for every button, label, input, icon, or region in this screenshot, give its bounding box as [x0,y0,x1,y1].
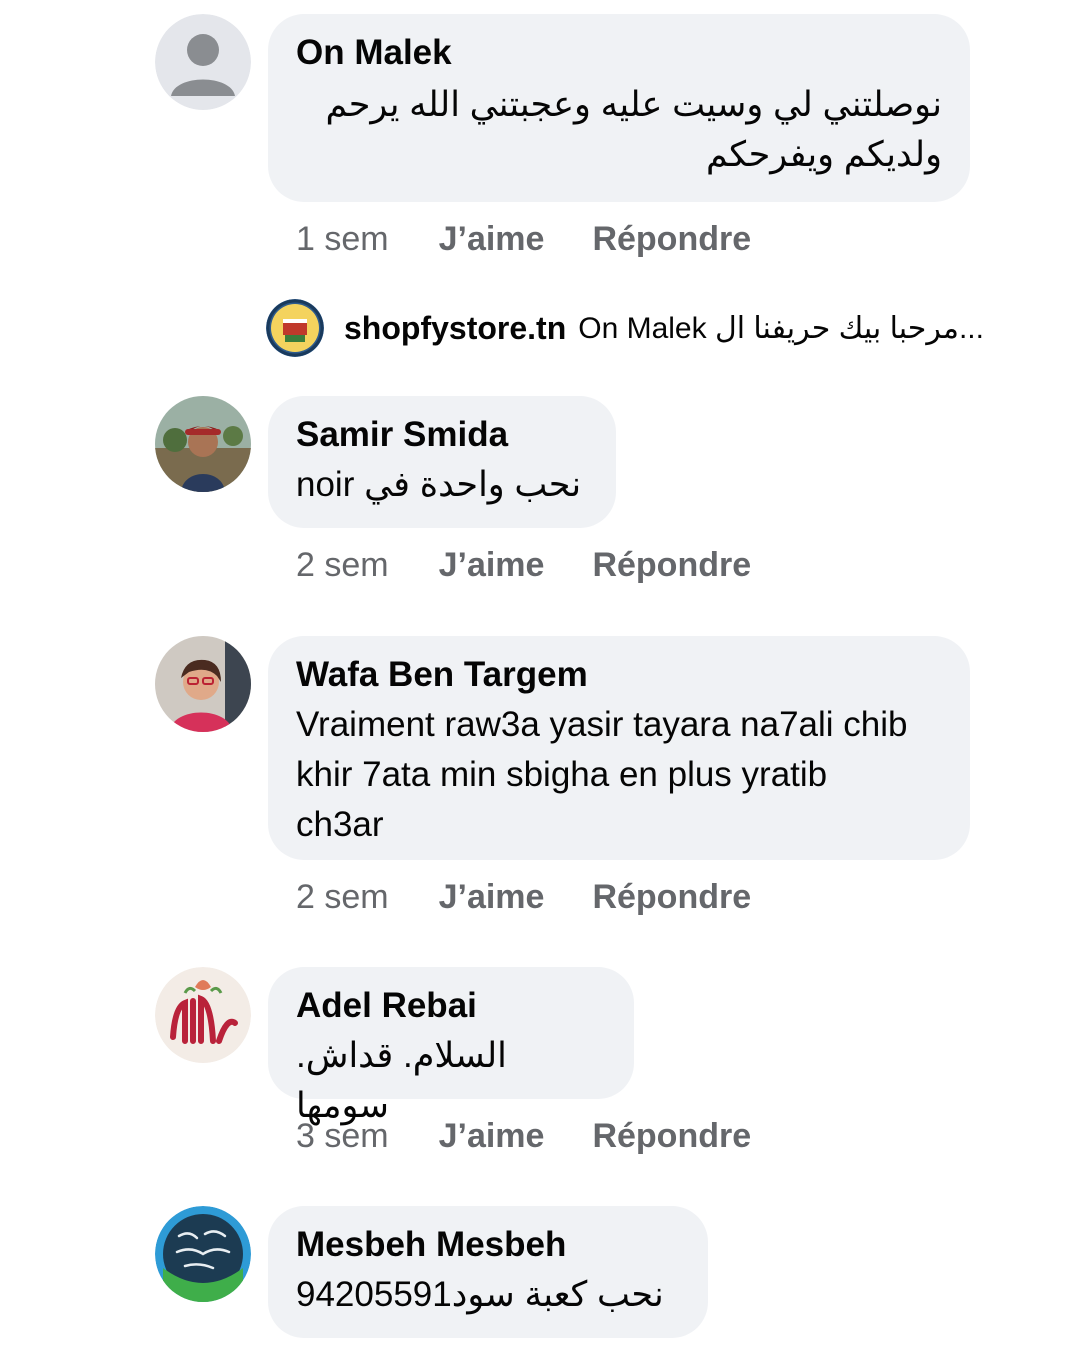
like-button[interactable]: J’aime [439,878,545,917]
default-profile-icon [155,14,251,110]
reply-preview-text: On Malek مرحبا بيك حريفنا ال... [578,311,984,345]
comment-bubble: Adel Rebai السلام. قداش. سومها [268,967,634,1125]
avatar-image[interactable] [155,967,251,1063]
reply-button[interactable]: Répondre [592,1117,751,1156]
comment-actions: 2 sem J’aime Répondre [296,543,799,587]
comment-timestamp[interactable]: 2 sem [296,546,389,585]
calligraphy-avatar-icon [155,1206,251,1302]
avatar-image[interactable] [155,1206,251,1302]
comment-bubble: On Malek نوصلتني لي وسيت عليه وعجبتني ال… [268,14,970,202]
reply-author[interactable]: shopfystore.tn [344,310,566,347]
reply-button[interactable]: Répondre [592,878,751,917]
reply-button[interactable]: Répondre [592,220,751,259]
comment-timestamp[interactable]: 1 sem [296,220,389,259]
profile-photo-icon [155,396,251,492]
like-button[interactable]: J’aime [439,1117,545,1156]
comment-author[interactable]: Mesbeh Mesbeh [296,1224,680,1266]
comment-bubble: Wafa Ben Targem Vraiment raw3a yasir tay… [268,636,970,860]
comment-text: Vraiment raw3a yasir tayara na7ali chib … [296,705,908,844]
reply-button[interactable]: Répondre [592,546,751,585]
comment-author[interactable]: On Malek [296,32,942,74]
comment-text: نحب واحدة في noir [296,465,582,504]
comment-author[interactable]: Adel Rebai [296,985,606,1027]
like-button[interactable]: J’aime [439,220,545,259]
comment-text: نوصلتني لي وسيت عليه وعجبتني الله يرحم و… [325,85,942,174]
like-button[interactable]: J’aime [439,546,545,585]
shop-logo-avatar[interactable] [266,299,324,357]
comment-actions: 3 sem J’aime Répondre [296,1114,799,1158]
comment-actions: 2 sem J’aime Répondre [296,875,799,919]
comment-actions: 1 sem J’aime Répondre [296,217,799,261]
reply-preview-row[interactable]: shopfystore.tn On Malek مرحبا بيك حريفنا… [266,298,984,358]
calligraphy-avatar-icon [155,967,251,1063]
comment-timestamp[interactable]: 3 sem [296,1117,389,1156]
profile-photo-icon [155,636,251,732]
comment-timestamp[interactable]: 2 sem [296,878,389,917]
comment-text: نحب كعبة سود94205591 [296,1275,664,1314]
avatar-photo[interactable] [155,636,251,732]
comment-bubble: Mesbeh Mesbeh نحب كعبة سود94205591 [268,1206,708,1338]
avatar-photo[interactable] [155,396,251,492]
shop-logo-icon [266,299,324,357]
comment-author[interactable]: Samir Smida [296,414,588,456]
comment-bubble: Samir Smida نحب واحدة في noir [268,396,616,528]
avatar-default-profile[interactable] [155,14,251,110]
comment-author[interactable]: Wafa Ben Targem [296,654,942,696]
